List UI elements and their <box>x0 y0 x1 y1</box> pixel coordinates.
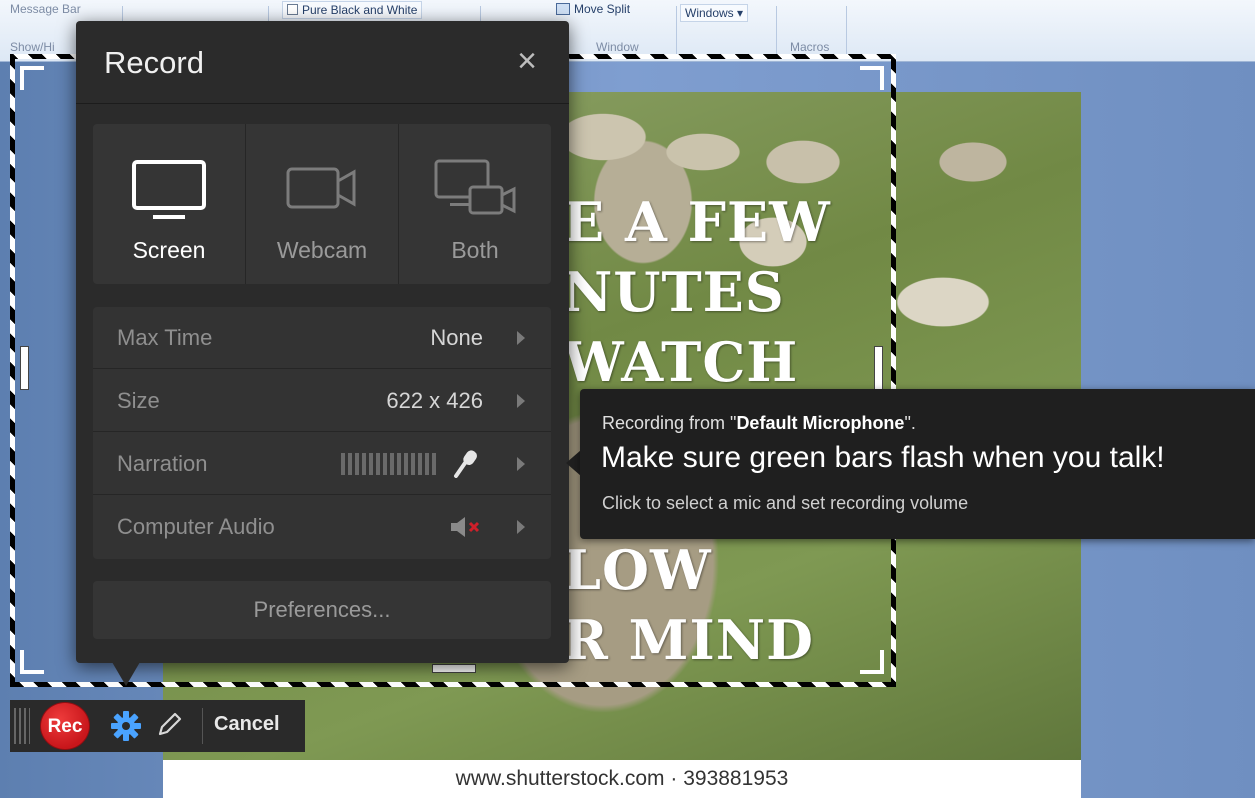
windows-label: Windows <box>685 6 734 20</box>
max-time-value: None <box>430 325 483 350</box>
record-settings-list: Max Time None Size 622 x 426 Narration C… <box>93 307 551 559</box>
drag-grip-icon[interactable] <box>14 708 30 744</box>
capture-mode-selector: Screen Webcam Both <box>93 124 551 284</box>
mode-both-label: Both <box>451 237 499 263</box>
max-time-label: Max Time <box>117 325 213 350</box>
narration-row[interactable]: Narration <box>93 433 551 495</box>
chevron-right-icon <box>517 457 525 471</box>
macros-group-label: Macros <box>790 40 830 54</box>
mode-both-button[interactable]: Both <box>399 124 551 284</box>
edge-handle-right[interactable] <box>874 346 883 390</box>
max-time-row[interactable]: Max Time None <box>93 307 551 369</box>
window-group-label: Window <box>596 40 639 54</box>
speaker-muted-icon <box>451 517 480 537</box>
tooltip-suffix: ". <box>904 413 916 433</box>
narration-label: Narration <box>117 451 208 476</box>
tooltip-pointer <box>566 450 581 476</box>
checkbox-icon <box>287 4 298 15</box>
toolbar-divider <box>202 708 203 744</box>
show-hide-group-label: Show/Hi <box>10 40 55 54</box>
panel-title: Record <box>104 45 204 80</box>
tooltip-device-line: Recording from "Default Microphone". <box>602 413 916 434</box>
corner-handle-top-right[interactable] <box>860 66 884 90</box>
mode-screen-label: Screen <box>132 237 206 263</box>
cancel-button[interactable]: Cancel <box>214 713 280 736</box>
watermark-caption: www.shutterstock.com · 393881953 <box>163 760 1081 798</box>
pure-black-white-option[interactable]: Pure Black and White <box>282 1 423 19</box>
move-split-label: Move Split <box>574 2 631 16</box>
edge-handle-left[interactable] <box>20 346 29 390</box>
edge-handle-bottom[interactable] <box>432 664 476 673</box>
gear-icon[interactable] <box>110 710 142 742</box>
tooltip-prefix: Recording from " <box>602 413 737 433</box>
tooltip-headline: Make sure green bars flash when you talk… <box>601 441 1165 474</box>
screen-and-webcam-icon <box>434 159 516 215</box>
computer-audio-row[interactable]: Computer Audio <box>93 496 551 558</box>
mode-webcam-label: Webcam <box>276 237 368 263</box>
mode-webcam-button[interactable]: Webcam <box>246 124 399 284</box>
panel-divider <box>76 103 569 104</box>
narration-tooltip: Recording from "Default Microphone". Mak… <box>580 389 1255 539</box>
recording-toolbar: Rec Cancel <box>10 700 305 752</box>
chevron-right-icon <box>517 394 525 408</box>
chevron-right-icon <box>517 331 525 345</box>
corner-handle-top-left[interactable] <box>20 66 44 90</box>
message-bar-label[interactable]: Message Bar <box>10 2 81 16</box>
rec-button[interactable]: Rec <box>40 702 90 750</box>
tooltip-hint: Click to select a mic and set recording … <box>602 493 969 513</box>
tooltip-device-name: Default Microphone <box>736 413 905 433</box>
preferences-button[interactable]: Preferences... <box>93 581 551 639</box>
move-split-button[interactable]: Move Split <box>556 2 630 16</box>
audio-level-meter <box>341 453 439 475</box>
move-split-icon <box>556 3 570 15</box>
corner-handle-bottom-left[interactable] <box>20 650 44 674</box>
panel-pointer <box>112 662 140 686</box>
chevron-down-icon: ▾ <box>737 6 744 20</box>
webcam-icon <box>286 167 356 209</box>
mode-screen-button[interactable]: Screen <box>93 124 246 284</box>
size-value: 622 x 426 <box>386 388 483 413</box>
close-icon[interactable]: × <box>512 44 542 78</box>
size-label: Size <box>117 388 160 413</box>
size-row[interactable]: Size 622 x 426 <box>93 370 551 432</box>
windows-dropdown[interactable]: Windows ▾ <box>680 4 749 22</box>
chevron-right-icon <box>517 520 525 534</box>
monitor-icon <box>132 160 206 219</box>
microphone-icon <box>454 450 477 478</box>
record-panel: Record × Screen Webcam Both Max Time Non… <box>76 21 569 663</box>
corner-handle-bottom-right[interactable] <box>860 650 884 674</box>
pure-black-white-label: Pure Black and White <box>302 3 418 17</box>
computer-audio-label: Computer Audio <box>117 514 275 539</box>
pencil-icon[interactable] <box>154 710 184 740</box>
